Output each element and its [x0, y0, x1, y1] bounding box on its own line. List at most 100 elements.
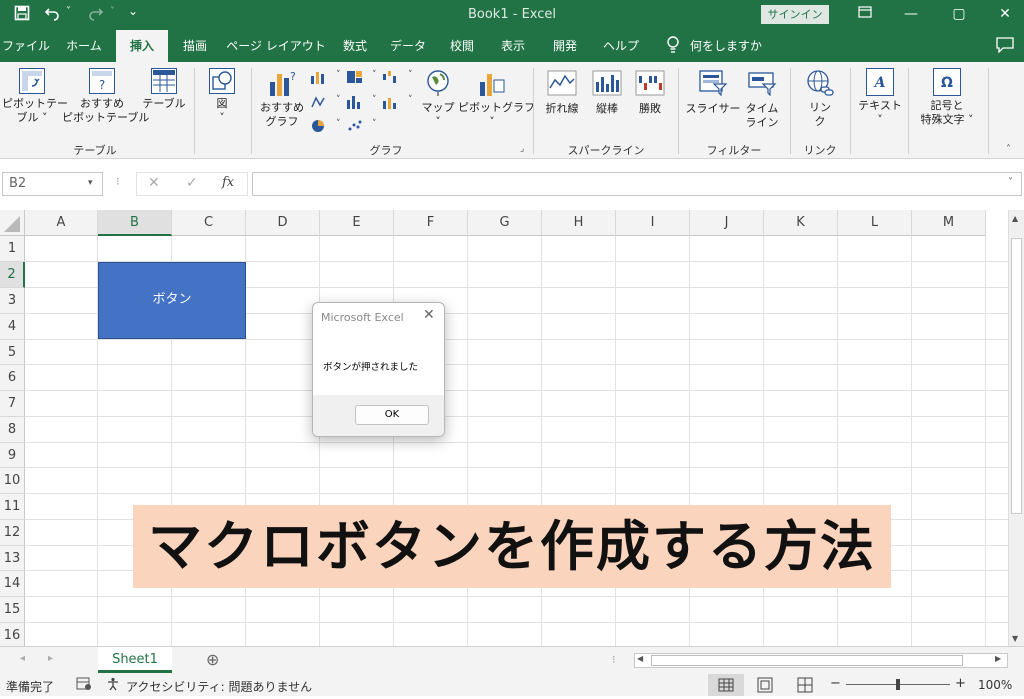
horizontal-scrollbar[interactable]: ◀ ▶ [634, 653, 1008, 668]
table-button[interactable]: テーブル [140, 68, 188, 111]
cancel-icon[interactable]: ✕ [148, 175, 160, 191]
tab-data[interactable]: データ [382, 30, 434, 62]
scroll-up-icon[interactable]: ▲ [1012, 214, 1018, 223]
column-header-c[interactable]: C [172, 210, 246, 236]
scatter-chart-icon[interactable] [346, 119, 364, 133]
pie-chart-icon[interactable] [310, 119, 328, 133]
row-header-10[interactable]: 10 [0, 468, 25, 494]
maximize-icon[interactable]: ▢ [944, 3, 974, 25]
slicer-button[interactable]: スライサー [684, 70, 742, 116]
close-icon[interactable]: ✕ [990, 3, 1020, 25]
column-header-h[interactable]: H [542, 210, 616, 236]
sparkline-winloss-button[interactable]: 勝敗 [630, 70, 670, 116]
pivot-chart-button[interactable]: ピボットグラフ ˅ [458, 68, 535, 129]
name-box-dropdown-icon[interactable]: ▾ [88, 178, 93, 188]
column-header-m[interactable]: M [912, 210, 986, 236]
row-header-7[interactable]: 7 [0, 391, 25, 417]
normal-view-icon[interactable] [708, 674, 744, 696]
macro-shape-button[interactable]: ボタン [98, 262, 246, 339]
tab-page-layout[interactable]: ページ レイアウト [224, 30, 328, 62]
minimize-icon[interactable]: — [896, 3, 926, 25]
zoom-out-icon[interactable]: − [830, 676, 841, 691]
hierarchy-chart-icon[interactable] [310, 95, 328, 109]
accessibility-status[interactable]: アクセシビリティ: 問題ありません [126, 678, 312, 695]
column-header-e[interactable]: E [320, 210, 394, 236]
row-header-13[interactable]: 13 [0, 546, 25, 571]
redo-dropdown-icon[interactable]: ˅ [110, 6, 115, 17]
column-header-b[interactable]: B [98, 210, 172, 236]
tab-draw[interactable]: 描画 [172, 30, 218, 62]
scroll-left-icon[interactable]: ◀ [637, 654, 643, 663]
ok-button[interactable]: OK [355, 405, 429, 425]
pivot-table-button[interactable]: ピボットテー ブル ˅ [2, 68, 68, 125]
chevron-down-icon[interactable]: ˅ [372, 119, 377, 129]
row-header-14[interactable]: 14 [0, 571, 25, 597]
text-button[interactable]: A テキスト ˅ [856, 68, 904, 127]
zoom-slider-thumb[interactable] [896, 679, 900, 690]
customize-quick-access-icon[interactable]: ⌄ [128, 4, 138, 18]
row-header-8[interactable]: 8 [0, 417, 25, 443]
illustrations-button[interactable]: 図 ˅ [200, 68, 244, 125]
row-header-15[interactable]: 15 [0, 597, 25, 623]
column-header-l[interactable]: L [838, 210, 912, 236]
collapse-ribbon-icon[interactable]: ˄ [1006, 144, 1011, 155]
page-layout-view-icon[interactable] [756, 677, 774, 696]
formula-input[interactable] [252, 172, 1022, 196]
row-header-11[interactable]: 11 [0, 494, 25, 520]
row-header-2[interactable]: 2 [0, 262, 25, 288]
next-sheet-icon[interactable]: ▸ [48, 653, 53, 664]
tab-view[interactable]: 表示 [490, 30, 536, 62]
row-header-3[interactable]: 3 [0, 288, 25, 314]
map-button[interactable]: マップ ˅ [418, 68, 458, 129]
column-header-f[interactable]: F [394, 210, 468, 236]
recommended-pivot-button[interactable]: ? おすすめ ピボットテーブル [62, 68, 149, 125]
recommended-charts-button[interactable]: ? おすすめ グラフ [256, 68, 308, 129]
column-header-j[interactable]: J [690, 210, 764, 236]
chevron-down-icon[interactable]: ˅ [336, 119, 341, 129]
row-header-9[interactable]: 9 [0, 443, 25, 468]
chevron-down-icon[interactable]: ˅ [372, 70, 377, 80]
undo-icon[interactable] [44, 5, 60, 25]
symbols-button[interactable]: Ω 記号と 特殊文字 ˅ [912, 68, 982, 127]
vertical-scrollbar[interactable]: ▲ ▼ [1008, 210, 1024, 646]
tab-review[interactable]: 校閲 [440, 30, 484, 62]
redo-icon[interactable] [88, 5, 104, 25]
column-header-a[interactable]: A [25, 210, 98, 236]
row-header-6[interactable]: 6 [0, 365, 25, 391]
select-all-button[interactable] [0, 210, 25, 236]
sheet-tab-sheet1[interactable]: Sheet1 [98, 647, 172, 673]
row-header-12[interactable]: 12 [0, 520, 25, 546]
waterfall-chart-icon[interactable] [382, 70, 400, 84]
vertical-scroll-thumb[interactable] [1011, 238, 1022, 514]
chevron-down-icon[interactable]: ˅ [408, 70, 413, 80]
tab-split-handle-icon[interactable]: ⁝ [612, 653, 616, 666]
signin-button[interactable]: サインイン [761, 5, 829, 24]
column-header-d[interactable]: D [246, 210, 320, 236]
tab-developer[interactable]: 開発 [542, 30, 588, 62]
row-header-5[interactable]: 5 [0, 340, 25, 365]
dialog-launcher-icon[interactable]: ⌟ [520, 144, 524, 154]
row-header-4[interactable]: 4 [0, 314, 25, 340]
comments-icon[interactable] [996, 37, 1014, 57]
tell-me-search[interactable]: 何をしますか [690, 30, 770, 62]
hierarchy-treemap-icon[interactable] [346, 70, 364, 84]
scroll-right-icon[interactable]: ▶ [995, 654, 1001, 663]
zoom-level[interactable]: 100% [978, 678, 1012, 692]
tab-home[interactable]: ホーム [56, 30, 112, 62]
combo-chart-icon[interactable] [382, 95, 400, 109]
sparkline-line-button[interactable]: 折れ線 [540, 70, 584, 116]
chevron-down-icon[interactable]: ˅ [336, 95, 341, 105]
timeline-button[interactable]: タイム ライン [742, 70, 782, 130]
zoom-in-icon[interactable]: + [955, 676, 966, 691]
row-header-1[interactable]: 1 [0, 236, 25, 262]
column-header-g[interactable]: G [468, 210, 542, 236]
tab-file[interactable]: ファイル [0, 30, 52, 62]
column-header-i[interactable]: I [616, 210, 690, 236]
horizontal-scroll-thumb[interactable] [651, 655, 963, 666]
chevron-down-icon[interactable]: ˅ [336, 70, 341, 80]
row-header-16[interactable]: 16 [0, 623, 25, 646]
close-icon[interactable]: ✕ [423, 307, 435, 323]
scroll-down-icon[interactable]: ▼ [1012, 634, 1018, 643]
chevron-down-icon[interactable]: ˅ [408, 95, 413, 105]
ribbon-display-options-icon[interactable] [850, 3, 880, 25]
